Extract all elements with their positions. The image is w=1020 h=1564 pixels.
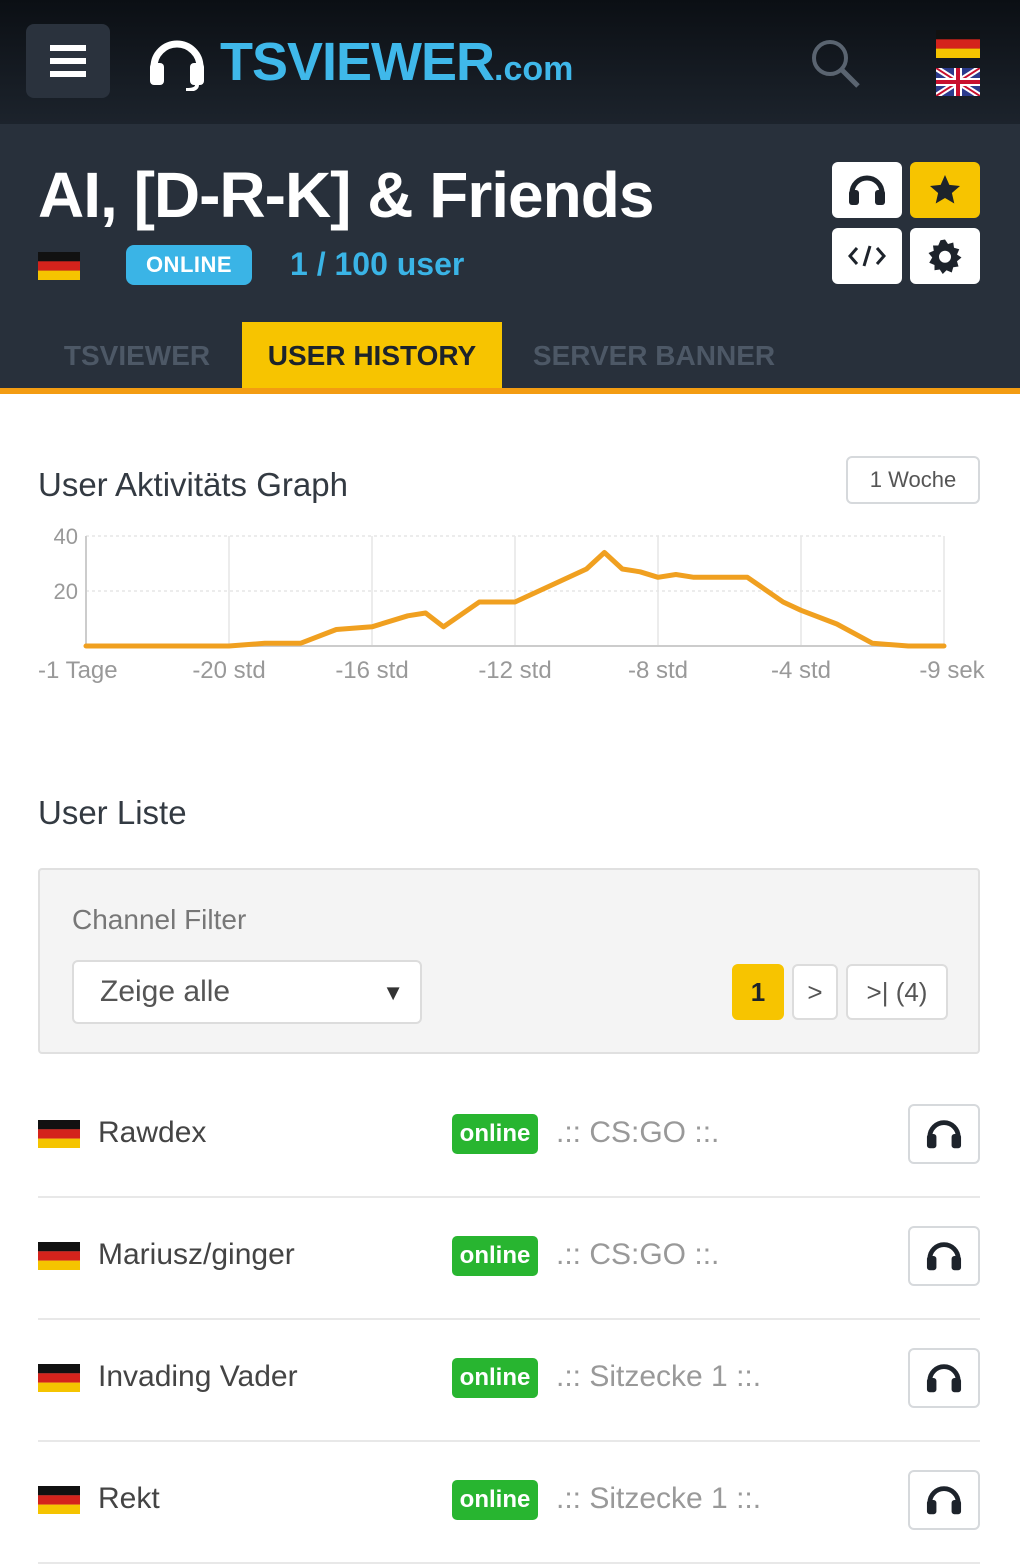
x-tick-label: -20 std (192, 657, 265, 684)
user-status-badge: online (452, 1480, 538, 1520)
menu-button[interactable] (26, 24, 110, 98)
user-status-badge: online (452, 1358, 538, 1398)
x-tick-label: -8 std (628, 657, 688, 684)
user-channel: .:: CS:GO ::. (556, 1238, 720, 1271)
user-connect-button[interactable] (908, 1470, 980, 1530)
channel-filter-value: Zeige alle (100, 975, 231, 1008)
page-1-button[interactable]: 1 (732, 964, 784, 1020)
user-channel: .:: Sitzecke 1 ::. (556, 1360, 762, 1393)
dropdown-arrow-icon: ▼ (382, 980, 404, 1005)
star-icon (930, 175, 960, 204)
user-status-badge: online (452, 1114, 538, 1154)
headset-icon (926, 1242, 962, 1271)
headset-logo-icon (150, 40, 204, 91)
user-name[interactable]: Rawdex (98, 1116, 206, 1150)
channel-filter-label: Channel Filter (72, 904, 247, 935)
server-title: AI, [D-R-K] & Friends (38, 159, 654, 231)
top-navbar: TSVIEWER .com (0, 0, 1020, 124)
user-name[interactable]: Rekt (98, 1482, 160, 1516)
german-flag-icon (38, 1486, 80, 1514)
logo-text: TSVIEWER (220, 32, 495, 92)
german-flag-icon (38, 1242, 80, 1270)
german-flag-icon (38, 1120, 80, 1148)
user-row: Invading Vader online .:: Sitzecke 1 ::. (38, 1320, 980, 1442)
user-status-badge: online (452, 1236, 538, 1276)
gear-icon (928, 239, 962, 274)
headset-icon (926, 1364, 962, 1393)
tab-server-banner[interactable]: SERVER BANNER (520, 322, 788, 390)
headset-icon (926, 1486, 962, 1515)
y-tick-label: 20 (54, 579, 78, 604)
german-flag-icon (38, 1364, 80, 1392)
user-activity-chart: 40 20 -1 Tage -20 std -16 std -12 std -8 std -4… (38, 524, 986, 684)
settings-button[interactable] (910, 228, 980, 284)
user-row: Mariusz/ginger online .:: CS:GO ::. (38, 1198, 980, 1320)
favorite-button[interactable] (910, 162, 980, 218)
tab-user-history[interactable]: USER HISTORY (242, 322, 502, 390)
code-icon (848, 245, 886, 267)
user-connect-button[interactable] (908, 1226, 980, 1286)
x-tick-label: -9 sek (919, 657, 985, 684)
hamburger-icon (50, 45, 86, 77)
user-name[interactable]: Invading Vader (98, 1360, 298, 1394)
channel-filter-select[interactable]: Zeige alle ▼ (72, 960, 422, 1024)
german-flag-icon[interactable] (936, 30, 980, 58)
user-channel: .:: CS:GO ::. (556, 1116, 720, 1149)
channel-filter-panel: Channel Filter Zeige alle ▼ 1 > >| (4) (38, 868, 980, 1054)
user-count: 1 / 100 user (290, 246, 465, 282)
server-tabs: TSVIEWER USER HISTORY SERVER BANNER (0, 322, 1020, 390)
user-row: Rawdex online .:: CS:GO ::. (38, 1076, 980, 1198)
graph-title: User Aktivitäts Graph (38, 466, 348, 503)
x-tick-label: -4 std (771, 657, 831, 684)
site-logo[interactable]: TSVIEWER .com (146, 30, 573, 94)
server-status-badge: ONLINE (126, 245, 252, 285)
server-header: AI, [D-R-K] & Friends ONLINE 1 / 100 use… (0, 124, 1020, 390)
headset-icon (849, 175, 885, 205)
headset-icon (926, 1120, 962, 1149)
user-list-title: User Liste (38, 794, 187, 831)
tab-tsviewer[interactable]: TSVIEWER (40, 322, 234, 390)
search-icon[interactable] (808, 36, 862, 90)
german-flag-icon (38, 252, 80, 280)
next-page-button[interactable]: > (792, 964, 838, 1020)
x-tick-label: -16 std (335, 657, 408, 684)
connect-button[interactable] (832, 162, 902, 218)
user-row: Rekt online .:: Sitzecke 1 ::. (38, 1442, 980, 1564)
uk-flag-icon[interactable] (936, 68, 980, 96)
logo-suffix: .com (494, 49, 574, 88)
embed-code-button[interactable] (832, 228, 902, 284)
x-tick-label: -12 std (478, 657, 551, 684)
range-select-button[interactable]: 1 Woche (846, 456, 980, 504)
user-channel: .:: Sitzecke 1 ::. (556, 1482, 762, 1515)
user-connect-button[interactable] (908, 1348, 980, 1408)
last-page-button[interactable]: >| (4) (846, 964, 948, 1020)
tab-underline (0, 388, 1020, 394)
user-connect-button[interactable] (908, 1104, 980, 1164)
user-name[interactable]: Mariusz/ginger (98, 1238, 295, 1272)
y-tick-label: 40 (54, 524, 78, 549)
x-tick-label: -1 Tage (38, 657, 118, 684)
